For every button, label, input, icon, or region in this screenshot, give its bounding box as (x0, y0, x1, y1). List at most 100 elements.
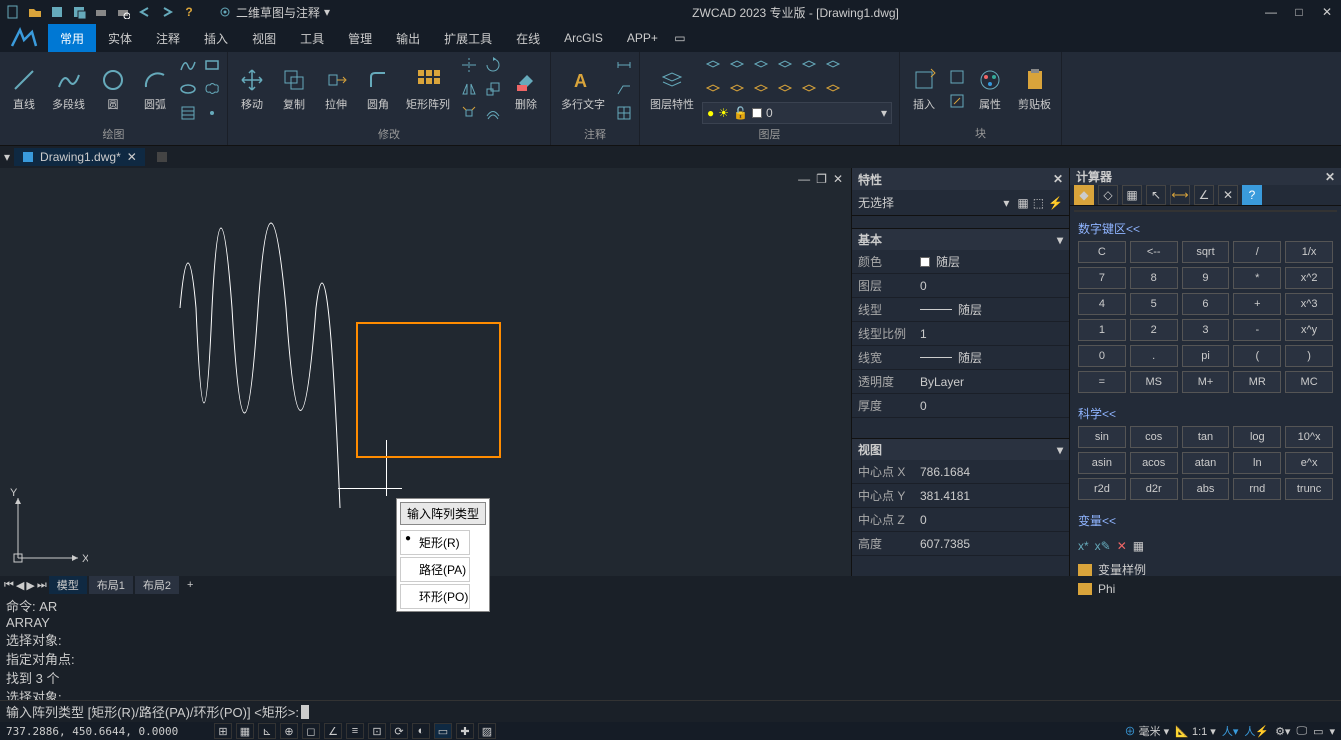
revcloud-icon[interactable] (201, 78, 223, 100)
hatch-icon[interactable] (177, 102, 199, 124)
array-option-polar[interactable]: 环形(PO) (400, 584, 470, 609)
calc-button[interactable]: 6 (1182, 293, 1230, 315)
osnap-icon[interactable]: ◻ (302, 723, 320, 739)
property-row-ltscale[interactable]: 线型比例1 (852, 322, 1069, 346)
calc-button[interactable]: ( (1233, 345, 1281, 367)
circle-button[interactable]: 圆 (93, 64, 133, 114)
property-row-cy[interactable]: 中心点 Y381.4181 (852, 484, 1069, 508)
lineweight-icon[interactable]: ≡ (346, 723, 364, 739)
calc-button[interactable]: pi (1182, 345, 1230, 367)
ribbon-tab-extension[interactable]: 扩展工具 (432, 24, 504, 52)
print-preview-icon[interactable] (114, 3, 132, 21)
trim-icon[interactable] (458, 54, 480, 76)
command-input[interactable]: 输入阵列类型 [矩形(R)/路径(PA)/环形(PO)] <矩形>: (0, 700, 1341, 722)
polyline-button[interactable]: 多段线 (46, 64, 91, 114)
calc-button[interactable]: d2r (1130, 478, 1178, 500)
leader-icon[interactable] (613, 78, 635, 100)
calc-button[interactable]: asin (1078, 452, 1126, 474)
layer-tool-icon[interactable] (798, 54, 820, 76)
layout-tab-layout2[interactable]: 布局2 (135, 576, 179, 594)
calc-button[interactable]: trunc (1285, 478, 1333, 500)
property-row-lineweight[interactable]: 线宽随层 (852, 346, 1069, 370)
ribbon-tab-tools[interactable]: 工具 (288, 24, 336, 52)
calc-button[interactable]: * (1233, 267, 1281, 289)
ortho-icon[interactable]: ⊾ (258, 723, 276, 739)
calc-button[interactable]: MR (1233, 371, 1281, 393)
quickprops-icon[interactable]: ✚ (456, 723, 474, 739)
undo-icon[interactable] (136, 3, 154, 21)
explode-icon[interactable] (458, 102, 480, 124)
fillet-button[interactable]: 圆角 (358, 64, 398, 114)
calc-sci-section[interactable]: 科学<< (1070, 401, 1341, 426)
rotate-icon[interactable] (482, 54, 504, 76)
property-row-transparency[interactable]: 透明度ByLayer (852, 370, 1069, 394)
monitor-icon[interactable]: 🖵 (1296, 725, 1307, 738)
copy-button[interactable]: 复制 (274, 64, 314, 114)
layer-tool-icon[interactable] (726, 54, 748, 76)
calc-button[interactable]: x^2 (1285, 267, 1333, 289)
calc-button[interactable]: MS (1130, 371, 1178, 393)
dimension-icon[interactable] (613, 54, 635, 76)
calc-button[interactable]: abs (1182, 478, 1230, 500)
calc-button[interactable]: + (1233, 293, 1281, 315)
calc-button[interactable]: rnd (1233, 478, 1281, 500)
calc-button[interactable]: sqrt (1182, 241, 1230, 263)
line-button[interactable]: 直线 (4, 64, 44, 114)
offset-icon[interactable] (482, 102, 504, 124)
close-icon[interactable]: ✕ (127, 150, 137, 164)
property-row-color[interactable]: 颜色随层 (852, 250, 1069, 274)
prev-tab-icon[interactable]: ◀ (16, 579, 24, 592)
calc-distance-icon[interactable]: ⟷ (1170, 185, 1190, 205)
layer-tool-icon[interactable] (726, 78, 748, 100)
rectangle-icon[interactable] (201, 54, 223, 76)
calc-button[interactable]: 10^x (1285, 426, 1333, 448)
erase-button[interactable]: 删除 (506, 64, 546, 114)
drawing-canvas[interactable]: — ❐ ✕ 输入阵列类型 矩形(R) 路径(PA) 环形(PO) YX (0, 168, 851, 576)
array-option-path[interactable]: 路径(PA) (400, 557, 470, 582)
select-icon[interactable]: ⚡ (1048, 196, 1063, 210)
layer-combo[interactable]: ● ☀ 🔓 0 ▾ (702, 102, 892, 124)
new-tab-button[interactable] (149, 150, 175, 164)
calc-button[interactable]: log (1233, 426, 1281, 448)
scale-selector[interactable]: 📐 1:1 ▾ (1175, 725, 1216, 738)
transparency-icon[interactable]: ◐ (412, 723, 430, 739)
calc-button[interactable]: 9 (1182, 267, 1230, 289)
mtext-button[interactable]: A多行文字 (555, 64, 611, 114)
calc-numpad-section[interactable]: 数字键区<< (1070, 216, 1341, 241)
close-icon[interactable]: ✕ (1325, 170, 1335, 184)
open-icon[interactable] (26, 3, 44, 21)
calc-button[interactable]: / (1233, 241, 1281, 263)
polar-icon[interactable]: ⊕ (280, 723, 298, 739)
pickadd-icon[interactable]: ⬚ (1033, 196, 1044, 210)
ribbon-tab-view[interactable]: 视图 (240, 24, 288, 52)
calculator-display[interactable] (1074, 210, 1337, 212)
ribbon-tab-arcgis[interactable]: ArcGIS (552, 24, 615, 52)
calc-button[interactable]: sin (1078, 426, 1126, 448)
coordinate-display[interactable]: 737.2886, 450.6644, 0.0000 (6, 725, 206, 738)
property-row-height[interactable]: 高度607.7385 (852, 532, 1069, 556)
point-icon[interactable] (201, 102, 223, 124)
spline-icon[interactable] (177, 54, 199, 76)
calc-button[interactable]: - (1233, 319, 1281, 341)
stretch-button[interactable]: 拉伸 (316, 64, 356, 114)
snap-mode-icon[interactable]: ⊞ (214, 723, 232, 739)
calc-help-icon[interactable]: ? (1242, 185, 1262, 205)
calc-button[interactable]: 5 (1130, 293, 1178, 315)
workspace-switch-icon[interactable]: ⚙▾ (1275, 725, 1290, 738)
cycling-icon[interactable]: ⟳ (390, 723, 408, 739)
calc-clear-icon[interactable]: ◆ (1074, 185, 1094, 205)
properties-section-basic[interactable]: 基本▾ (852, 228, 1069, 250)
property-row-thickness[interactable]: 厚度0 (852, 394, 1069, 418)
ribbon-tab-output[interactable]: 输出 (384, 24, 432, 52)
property-row-cz[interactable]: 中心点 Z0 (852, 508, 1069, 532)
calc-button[interactable]: 2 (1130, 319, 1178, 341)
array-option-rectangular[interactable]: 矩形(R) (400, 530, 470, 555)
ribbon-tab-annotate[interactable]: 注释 (144, 24, 192, 52)
calc-button[interactable]: = (1078, 371, 1126, 393)
var-folder-item[interactable]: 变量样例 (1078, 559, 1333, 580)
workspace-selector[interactable]: 二维草图与注释 ▾ (218, 4, 330, 21)
block-create-icon[interactable] (946, 66, 968, 88)
calculator-panel-header[interactable]: 计算器 ✕ (1070, 168, 1341, 185)
dynamic-input-icon[interactable]: ⊡ (368, 723, 386, 739)
hatch-toggle-icon[interactable]: ▨ (478, 723, 496, 739)
